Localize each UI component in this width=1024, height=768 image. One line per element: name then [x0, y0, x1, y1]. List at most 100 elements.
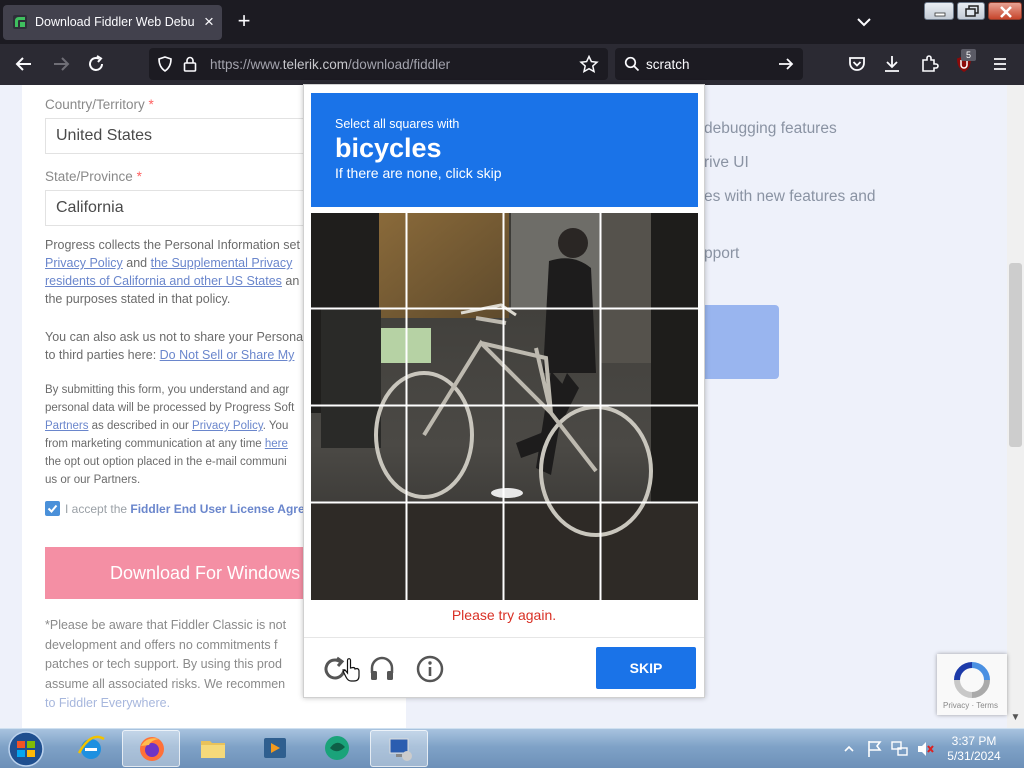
fiddler-everywhere-link[interactable]: to Fiddler Everywhere.	[45, 694, 307, 714]
supplemental-privacy-link[interactable]: the Supplemental Privacy	[151, 256, 293, 270]
start-orb-icon[interactable]	[4, 730, 48, 768]
captcha-tile[interactable]	[408, 504, 502, 598]
captcha-tile[interactable]	[408, 213, 502, 307]
minimize-window-icon[interactable]	[924, 2, 954, 20]
taskbar-firefox[interactable]	[122, 730, 180, 767]
tab-close-icon[interactable]: ×	[200, 12, 218, 32]
info-icon[interactable]	[414, 653, 446, 685]
url-text[interactable]: https://www.telerik.com/download/fiddler	[210, 57, 450, 72]
captcha-tile[interactable]	[602, 504, 696, 598]
recaptcha-terms[interactable]: Privacy · Terms	[943, 701, 998, 710]
volume-muted-icon[interactable]	[916, 739, 936, 759]
audio-challenge-headphones-icon[interactable]	[366, 653, 398, 685]
downloads-icon[interactable]	[880, 52, 904, 76]
page-action-button[interactable]	[704, 305, 779, 379]
extension-badge: 5	[961, 49, 976, 61]
state-select[interactable]: California	[45, 190, 335, 226]
taskbar-remote-desktop[interactable]	[370, 730, 428, 767]
feature-item: rive UI	[704, 154, 749, 171]
eula-label: I accept the Fiddler End User License Ag…	[65, 502, 312, 516]
search-bar[interactable]: scratch	[615, 48, 803, 80]
system-clock[interactable]: 3:37 PM 5/31/2024	[936, 734, 1012, 764]
eula-checkbox[interactable]	[45, 501, 60, 516]
clock-time: 3:37 PM	[951, 734, 997, 748]
bookmark-star-icon[interactable]	[579, 55, 599, 73]
browser-tab[interactable]: Download Fiddler Web Debugging Proxy ×	[3, 5, 222, 40]
captcha-footer-divider	[304, 637, 704, 638]
network-icon[interactable]	[890, 739, 910, 759]
captcha-tile[interactable]	[408, 407, 502, 501]
country-label: Country/Territory *	[45, 97, 154, 112]
taskbar-explorer[interactable]	[184, 730, 242, 767]
captcha-instruction: Select all squares with	[335, 117, 460, 131]
taskbar-app-green[interactable]	[308, 730, 366, 767]
address-bar[interactable]: https://www.telerik.com/download/fiddler	[149, 48, 608, 80]
captcha-tile[interactable]	[602, 407, 696, 501]
extensions-puzzle-icon[interactable]	[917, 52, 941, 76]
close-window-icon[interactable]	[988, 2, 1022, 20]
privacy-policy-link[interactable]: Privacy Policy	[45, 256, 123, 270]
folder-icon	[201, 741, 225, 758]
taskbar-media-player[interactable]	[246, 730, 304, 767]
captcha-hint: If there are none, click skip	[335, 165, 502, 181]
show-hidden-icons-icon[interactable]	[842, 743, 856, 755]
captcha-tile[interactable]	[311, 310, 405, 404]
feature-item: debugging features	[704, 120, 837, 137]
browser-tab-bar: Download Fiddler Web Debugging Proxy × +	[0, 0, 1024, 44]
action-center-flag-icon[interactable]	[866, 739, 884, 759]
url-path: /download/fiddler	[348, 57, 451, 72]
opt-out-here-link[interactable]: here	[265, 438, 288, 450]
shield-icon[interactable]	[156, 55, 174, 73]
share-paragraph: You can also ask us not to share your Pe…	[45, 330, 304, 362]
disclaimer-text: *Please be aware that Fiddler Classic is…	[45, 616, 307, 714]
eula-link[interactable]: Fiddler End User License Agree	[130, 502, 311, 516]
forward-arrow-icon[interactable]	[49, 52, 73, 76]
fiddler-favicon-icon	[13, 15, 27, 29]
partners-link[interactable]: Partners	[45, 420, 88, 432]
search-go-arrow-icon[interactable]	[777, 56, 795, 72]
captcha-tile[interactable]	[505, 213, 599, 307]
hamburger-menu-icon[interactable]	[988, 52, 1012, 76]
checkmark-icon	[47, 504, 58, 513]
search-input[interactable]: scratch	[646, 57, 690, 72]
captcha-tile[interactable]	[602, 310, 696, 404]
captcha-challenge: Select all squares with bicycles If ther…	[303, 84, 705, 698]
do-not-sell-link[interactable]: Do Not Sell or Share My	[160, 348, 295, 362]
captcha-header: Select all squares with bicycles If ther…	[311, 93, 698, 207]
firefox-icon	[140, 737, 164, 761]
scrollbar-thumb[interactable]	[1009, 263, 1022, 447]
captcha-tile[interactable]	[311, 213, 405, 307]
country-select[interactable]: United States	[45, 118, 335, 154]
taskbar-ie[interactable]	[62, 730, 120, 767]
scroll-down-arrow-icon[interactable]: ▼	[1009, 712, 1022, 724]
captcha-tile[interactable]	[505, 504, 599, 598]
residents-california-link[interactable]: residents of California and other US Sta…	[45, 274, 282, 288]
new-tab-icon[interactable]: +	[232, 10, 256, 34]
tab-title: Download Fiddler Web Debugging Proxy	[35, 15, 195, 29]
lock-icon[interactable]	[182, 55, 198, 73]
reload-icon[interactable]	[84, 52, 108, 76]
captcha-tile[interactable]	[408, 310, 502, 404]
url-prefix: https://www.	[210, 57, 283, 72]
restore-window-icon[interactable]	[957, 2, 985, 20]
captcha-error: Please try again.	[451, 607, 557, 623]
captcha-tile[interactable]	[311, 504, 405, 598]
recaptcha-badge[interactable]: Privacy · Terms	[937, 654, 1007, 715]
hand-cursor-icon	[342, 658, 360, 682]
captcha-tile[interactable]	[602, 213, 696, 307]
green-app-icon	[325, 736, 349, 760]
search-icon	[624, 56, 640, 72]
pocket-icon[interactable]	[845, 52, 869, 76]
download-windows-button[interactable]: Download For Windows	[45, 547, 335, 599]
back-arrow-icon[interactable]	[12, 52, 36, 76]
captcha-tile[interactable]	[505, 310, 599, 404]
captcha-tile[interactable]	[311, 407, 405, 501]
feature-item: es with new features and	[704, 188, 876, 205]
state-label: State/Province *	[45, 169, 142, 184]
captcha-tile[interactable]	[505, 407, 599, 501]
network-computer-icon	[389, 738, 412, 761]
list-all-tabs-icon[interactable]	[852, 12, 876, 32]
privacy-policy-link-2[interactable]: Privacy Policy	[192, 420, 263, 432]
captcha-skip-button[interactable]: SKIP	[596, 647, 696, 689]
feature-item: pport	[704, 245, 740, 262]
